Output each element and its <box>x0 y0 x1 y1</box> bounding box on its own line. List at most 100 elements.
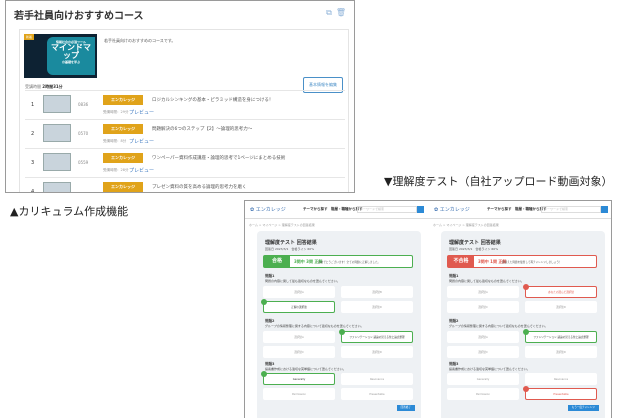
item-code: 0559 <box>78 160 89 165</box>
top-nav: ✿ エンカレッジ テーマから探す 階層・職種から探す キーワードで検索 <box>429 201 611 219</box>
answer-option[interactable]: ファシリテーション 議論の見える化と論点整理 <box>523 329 597 343</box>
course-description: 若手社員向けのおすすめのコースです。 <box>104 38 176 43</box>
answer-option[interactable]: 選択肢D <box>341 301 413 313</box>
finish-button[interactable]: 回答終了 <box>396 405 415 411</box>
item-duration: 受講時間：8分 <box>103 139 127 143</box>
course-item[interactable]: 4 エンカレッジ プレゼン資料の質を高める論理的思考力を磨く <box>25 177 345 193</box>
thumb-bottom: の基礎を学ぶ <box>61 60 80 64</box>
curriculum-screenshot: 若手社員向けおすすめコース ⧉ 🗑 新着 情報社会の必須ツール マインドマップ の基礎… <box>5 0 355 193</box>
cross-icon <box>523 386 529 392</box>
provider-tag: エンカレッジ <box>103 153 143 163</box>
answer-option[interactable]: 選択肢D <box>525 346 597 358</box>
breadcrumb: ホーム > マイページ > 理解度テストの回答結果 <box>249 223 315 227</box>
retry-button[interactable]: もう一度チャレンジ <box>567 405 599 411</box>
answer-option[interactable]: Permission <box>263 388 335 400</box>
result-label: 合格 <box>264 256 290 267</box>
answer-option[interactable]: 選択肢D <box>525 301 597 313</box>
curriculum-caption: ▲カリキュラム作成機能 <box>10 205 129 218</box>
check-icon <box>523 329 529 335</box>
answer-option[interactable]: あなたの選んだ選択肢 <box>523 284 597 298</box>
logo[interactable]: ✿ エンカレッジ <box>250 206 286 213</box>
course-item[interactable]: 3 0559 エンカレッジ ワンペーパー資料作成講座・論理的思考で1ページにまと… <box>25 148 345 177</box>
top-nav: ✿ エンカレッジ テーマから探す 階層・職種から探す キーワードで検索 <box>245 201 429 219</box>
logo[interactable]: ✿ エンカレッジ <box>434 206 470 213</box>
answer-option[interactable]: 選択肢B <box>341 286 413 298</box>
item-title[interactable]: プレゼン資料の質を高める論理的思考力を磨く <box>152 184 247 190</box>
item-title[interactable]: 問題解決の6つのステップ【2】～論理的思考力～ <box>152 126 252 132</box>
subtitle: 回答日 2023/3/1 合格ライン 60% <box>449 247 499 251</box>
result-banner: 不合格 3問中 1問 正解 間違えた問題を復習して再チャレンジしましょう！ <box>447 255 597 268</box>
question-3: 問題3 提案書作成における適切な英単語について選んでください。 <box>265 362 346 371</box>
result-label: 不合格 <box>448 256 474 267</box>
nav-links[interactable]: テーマから探す 階層・職種から探す <box>487 207 547 212</box>
answer-option[interactable]: 選択肢A <box>447 286 519 298</box>
result-message: おめでとうございます！全ての問題に正解しました。 <box>318 261 381 264</box>
search-icon[interactable] <box>601 206 608 213</box>
item-duration: 受講時間：28分 <box>103 168 129 172</box>
answer-option[interactable]: 選択肢C <box>447 301 519 313</box>
search-input[interactable]: キーワードで検索 <box>541 206 601 213</box>
item-thumbnail <box>43 153 71 171</box>
course-card: 新着 情報社会の必須ツール マインドマップ の基礎を学ぶ 若手社員向けのおすすめのコ… <box>19 29 349 193</box>
answer-option[interactable]: Resonance <box>525 373 597 385</box>
search-icon[interactable] <box>417 206 424 213</box>
course-title: 若手社員向けおすすめコース <box>14 11 144 22</box>
result-banner: 合格 3問中 3問 正解 おめでとうございます！全ての問題に正解しました。 <box>263 255 413 268</box>
provider-tag: エンカレッジ <box>103 182 143 192</box>
item-number: 1 <box>31 102 35 108</box>
item-thumbnail <box>43 124 71 142</box>
item-title[interactable]: ロジカルシンキングの基本・ピラミッド構造を身につける！ <box>152 97 273 103</box>
answer-option[interactable]: Resonance <box>341 373 413 385</box>
result-message: 間違えた問題を復習して再チャレンジしましょう！ <box>502 261 562 264</box>
answer-option[interactable]: Permission <box>447 388 519 400</box>
answer-option[interactable]: 選択肢D <box>341 346 413 358</box>
answer-option[interactable]: Generally <box>447 373 519 385</box>
search-input[interactable]: キーワードで検索 <box>357 206 417 213</box>
provider-tag: エンカレッジ <box>103 124 143 134</box>
test-screenshot: ✿ エンカレッジ テーマから探す 階層・職種から探す キーワードで検索 ホーム … <box>244 200 612 418</box>
nav-links[interactable]: テーマから探す 階層・職種から探す <box>303 207 363 212</box>
test-result-pass: ✿ エンカレッジ テーマから探す 階層・職種から探す キーワードで検索 ホーム … <box>245 201 429 418</box>
answer-option[interactable]: 選択肢A <box>263 286 335 298</box>
test-result-fail: ✿ エンカレッジ テーマから探す 階層・職種から探す キーワードで検索 ホーム … <box>429 201 611 418</box>
breadcrumb: ホーム > マイページ > 理解度テストの回答結果 <box>433 223 499 227</box>
answer-option[interactable]: ファシリテーション 議論の見える化と論点整理 <box>339 329 413 343</box>
question-2: 問題2 グループの情報整理に関する内容について適切なものを選んでください。 <box>265 319 364 328</box>
course-thumbnail: 新着 情報社会の必須ツール マインドマップ の基礎を学ぶ <box>24 34 97 78</box>
answer-option[interactable]: 正解の選択肢 <box>261 299 335 313</box>
item-code: 0836 <box>78 102 89 107</box>
item-number: 3 <box>31 160 35 166</box>
course-item[interactable]: 1 0836 エンカレッジ ロジカルシンキングの基本・ピラミッド構造を身につける… <box>25 90 345 119</box>
copy-icon[interactable]: ⧉ <box>326 8 332 18</box>
answer-option[interactable]: Generally <box>261 371 335 385</box>
answer-option[interactable]: 選択肢A <box>263 331 335 343</box>
item-number: 2 <box>31 131 35 137</box>
answer-option[interactable]: 選択肢C <box>263 346 335 358</box>
page-title: 理解度テスト 回答結果 <box>265 240 317 246</box>
answer-option[interactable]: Presentable <box>523 386 597 400</box>
check-icon <box>261 371 267 377</box>
check-icon <box>339 329 345 335</box>
answer-option[interactable]: 選択肢A <box>447 331 519 343</box>
item-title[interactable]: ワンペーパー資料作成講座・論理的思考で1ページにまとめる技術 <box>152 155 285 161</box>
course-item[interactable]: 2 0570 エンカレッジ 問題解決の6つのステップ【2】～論理的思考力～ 受講… <box>25 119 345 148</box>
preview-link[interactable]: プレビュー <box>129 167 154 174</box>
question-3: 問題3 提案書作成における適切な英単語について選んでください。 <box>449 362 530 371</box>
answer-option[interactable]: Presentable <box>341 388 413 400</box>
answer-option[interactable]: 選択肢C <box>447 346 519 358</box>
page-title: 理解度テスト 回答結果 <box>449 240 501 246</box>
item-number: 4 <box>31 189 35 193</box>
item-thumbnail <box>43 95 71 113</box>
item-thumbnail <box>43 182 71 192</box>
trash-icon[interactable]: 🗑 <box>336 8 346 18</box>
item-duration: 受講時間：29分 <box>103 110 129 114</box>
cross-icon <box>523 284 529 290</box>
test-caption: ▼理解度テスト（自社アップロード動画対象） <box>384 175 613 188</box>
provider-tag: エンカレッジ <box>103 95 143 105</box>
new-badge: 新着 <box>24 34 35 40</box>
preview-link[interactable]: プレビュー <box>129 138 154 145</box>
preview-link[interactable]: プレビュー <box>129 109 154 116</box>
item-code: 0570 <box>78 131 89 136</box>
thumb-main: マインドマップ <box>51 43 91 60</box>
question-1: 問題1 問題の内容に関して最も適切なものを選んでください。 <box>449 274 524 283</box>
